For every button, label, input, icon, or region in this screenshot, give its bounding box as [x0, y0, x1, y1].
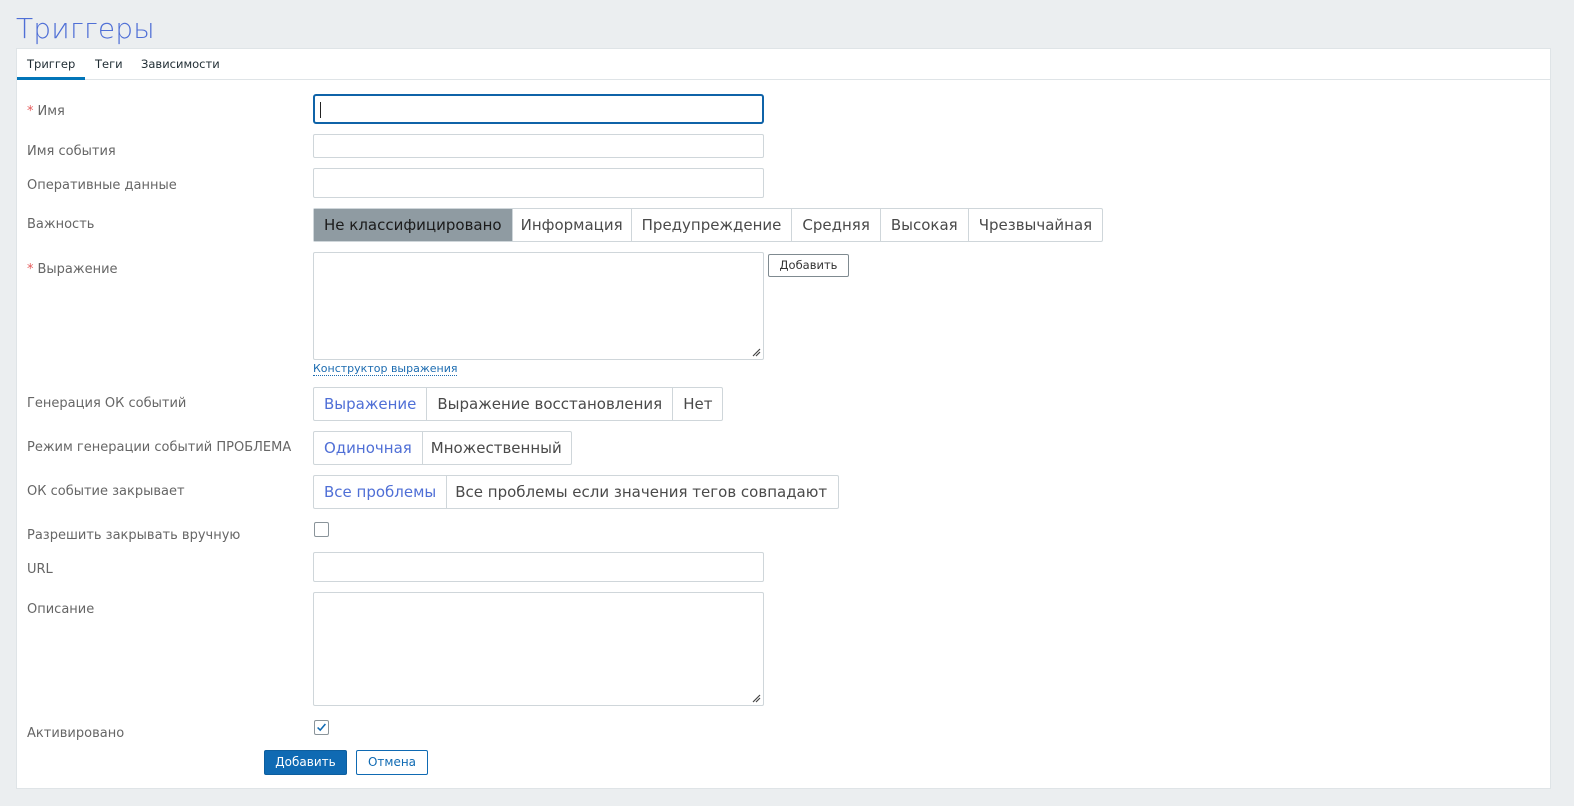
ok-generation-label: Генерация ОК событий [27, 396, 187, 411]
ok-closes-label: ОК событие закрывает [27, 484, 185, 499]
severity-average[interactable]: Средняя [792, 209, 881, 241]
url-label: URL [27, 562, 53, 577]
ok-generation-none[interactable]: Нет [673, 388, 722, 420]
description-textarea[interactable] [313, 592, 764, 706]
tab-trigger[interactable]: Триггер [17, 49, 86, 80]
form-panel: Триггер Теги Зависимости * Имя Имя событи… [16, 48, 1551, 789]
severity-high[interactable]: Высокая [881, 209, 969, 241]
ok-generation-expression[interactable]: Выражение [314, 388, 428, 420]
ok-generation-selector: Выражение Выражение восстановления Нет [313, 387, 724, 421]
enabled-checkbox[interactable] [314, 720, 329, 735]
name-input[interactable] [313, 94, 764, 124]
ok-closes-all[interactable]: Все проблемы [314, 476, 448, 508]
checkmark-icon [317, 723, 326, 732]
resize-grip-icon[interactable] [751, 347, 761, 357]
expression-constructor-link[interactable]: Конструктор выражения [313, 362, 458, 376]
ok-generation-recovery[interactable]: Выражение восстановления [427, 388, 674, 420]
severity-not-classified[interactable]: Не классифицировано [314, 209, 513, 241]
expression-label-text: Выражение [37, 262, 118, 277]
severity-selector: Не классифицировано Информация Предупреж… [313, 208, 1104, 242]
severity-information[interactable]: Информация [513, 209, 632, 241]
manual-close-checkbox[interactable] [314, 522, 329, 537]
text-caret [320, 102, 321, 118]
expression-label: * Выражение [27, 262, 118, 277]
tab-tags[interactable]: Теги [95, 49, 123, 80]
ok-closes-tag-match[interactable]: Все проблемы если значения тегов совпада… [447, 476, 838, 508]
tab-bar: Триггер Теги Зависимости [17, 49, 1550, 80]
submit-add-button[interactable]: Добавить [264, 750, 347, 775]
resize-grip-icon[interactable] [751, 693, 761, 703]
opdata-input[interactable] [313, 168, 764, 198]
name-label-text: Имя [37, 104, 65, 119]
description-label: Описание [27, 602, 95, 617]
severity-label: Важность [27, 217, 95, 232]
required-marker: * [27, 262, 34, 277]
required-marker: * [27, 104, 34, 119]
opdata-label: Оперативные данные [27, 178, 177, 193]
event-name-input[interactable] [313, 134, 764, 158]
problem-mode-label: Режим генерации событий ПРОБЛЕМА [27, 440, 292, 455]
tab-dependencies[interactable]: Зависимости [141, 49, 220, 80]
name-label: * Имя [27, 104, 65, 119]
ok-closes-selector: Все проблемы Все проблемы если значения … [313, 475, 840, 509]
cancel-button[interactable]: Отмена [356, 750, 428, 775]
expression-add-button[interactable]: Добавить [768, 254, 849, 277]
severity-disaster[interactable]: Чрезвычайная [969, 209, 1103, 241]
event-name-label: Имя события [27, 144, 116, 159]
problem-mode-single[interactable]: Одиночная [314, 432, 423, 464]
page-title: Триггеры [16, 12, 155, 45]
url-input[interactable] [313, 552, 764, 582]
expression-textarea[interactable] [313, 252, 764, 360]
problem-mode-multiple[interactable]: Множественный [423, 432, 571, 464]
severity-warning[interactable]: Предупреждение [632, 209, 793, 241]
enabled-label: Активировано [27, 726, 125, 741]
problem-mode-selector: Одиночная Множественный [313, 431, 572, 465]
manual-close-label: Разрешить закрывать вручную [27, 528, 241, 543]
